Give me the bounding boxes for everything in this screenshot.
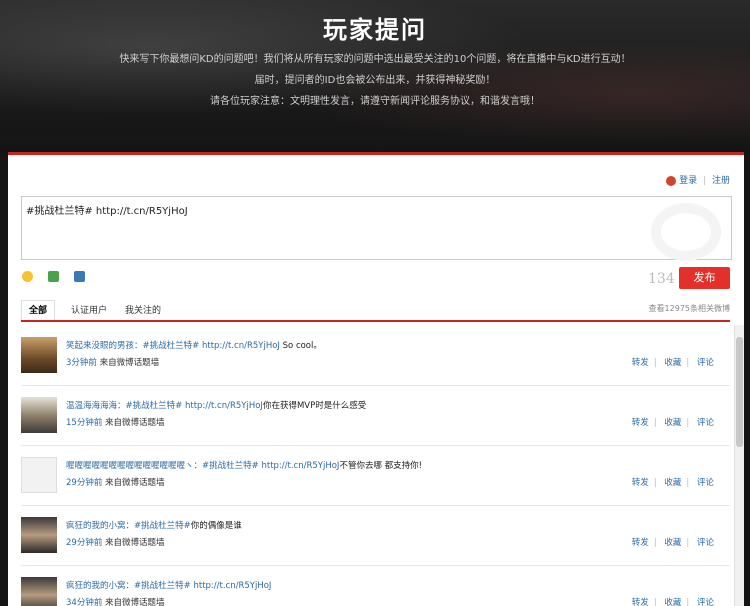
favorite-link[interactable]: 收藏 xyxy=(664,478,681,488)
post-text: 疯狂的我的小窝：#挑战杜兰特#你的偶像是谁 xyxy=(66,519,242,531)
hero-rules-line: 请各位玩家注意：文明理性发言，请遵守新闻评论服务协议，和谐发言哦！ xyxy=(210,96,540,107)
repost-link[interactable]: 转发 xyxy=(632,478,649,488)
related-count-link[interactable]: 查看12975条相关微博 xyxy=(649,303,730,314)
comment-link[interactable]: 评论 xyxy=(697,598,714,606)
hero-intro-line: 快来写下你最想问KD的问题吧！我们将从所有玩家的问题中选出最受关注的10个问题，… xyxy=(119,54,631,65)
post-content: 不管你去哪 都支持你! xyxy=(339,461,423,471)
post-source[interactable]: 来自微博话题墙 xyxy=(105,598,165,606)
tab-verified[interactable]: 认证用户 xyxy=(71,303,107,316)
weibo-icon xyxy=(666,175,677,186)
post-username[interactable]: 温温海海海海： xyxy=(66,401,126,411)
avatar[interactable] xyxy=(21,457,57,493)
feed-scrollbar[interactable] xyxy=(734,325,744,606)
post-topic-tag[interactable]: #挑战杜兰特# xyxy=(202,461,259,471)
comment-link[interactable]: 评论 xyxy=(697,538,714,548)
compose-text[interactable]: #挑战杜兰特# http://t.cn/R5YjHoJ xyxy=(26,202,188,217)
comment-link[interactable]: 评论 xyxy=(697,478,714,488)
compose-toolbar xyxy=(22,267,95,286)
post-text: 喔喔喔喔喔喔喔喔喔喔喔喔喔喔ヽ：#挑战杜兰特# http://t.cn/R5Yj… xyxy=(66,459,422,471)
post-content: 你的偶像是谁 xyxy=(190,521,242,531)
repost-link[interactable]: 转发 xyxy=(632,538,649,548)
post-text: 温温海海海海：#挑战杜兰特# http://t.cn/R5YjHoJ你在获得MV… xyxy=(66,399,366,411)
post-meta: 15分钟前 来自微博话题墙 xyxy=(66,416,165,428)
publish-button[interactable]: 发布 xyxy=(679,267,730,289)
tab-all[interactable]: 全部 xyxy=(29,303,47,316)
list-item: 温温海海海海：#挑战杜兰特# http://t.cn/R5YjHoJ你在获得MV… xyxy=(21,385,730,446)
post-time[interactable]: 29分钟前 xyxy=(66,478,102,488)
post-link[interactable]: http://t.cn/R5YjHoJ xyxy=(193,581,271,591)
post-source[interactable]: 来自微博话题墙 xyxy=(105,418,165,428)
post-actions: 转发 | 收藏 | 评论 xyxy=(631,538,714,548)
avatar[interactable] xyxy=(21,337,57,373)
hero-banner: 玩家提问 快来写下你最想问KD的问题吧！我们将从所有玩家的问题中选出最受关注的1… xyxy=(0,0,750,155)
question-panel: 登录 | 注册 #挑战杜兰特# http://t.cn/R5YjHoJ 134 … xyxy=(8,152,744,606)
topic-icon[interactable] xyxy=(74,271,86,282)
post-source[interactable]: 来自微博话题墙 xyxy=(105,538,165,548)
post-actions: 转发 | 收藏 | 评论 xyxy=(631,418,714,428)
post-username[interactable]: 疯狂的我的小窝： xyxy=(66,521,134,531)
list-item: 笑起来没眼的男孩：#挑战杜兰特# http://t.cn/R5YjHoJ So … xyxy=(21,325,730,386)
favorite-link[interactable]: 收藏 xyxy=(664,358,681,368)
scrollbar-thumb[interactable] xyxy=(736,337,743,447)
post-username[interactable]: 喔喔喔喔喔喔喔喔喔喔喔喔喔喔ヽ： xyxy=(66,461,202,471)
post-topic-tag[interactable]: #挑战杜兰特# xyxy=(134,581,191,591)
post-link[interactable]: http://t.cn/R5YjHoJ xyxy=(185,401,263,411)
post-time[interactable]: 34分钟前 xyxy=(66,598,102,606)
feed-list: 笑起来没眼的男孩：#挑战杜兰特# http://t.cn/R5YjHoJ So … xyxy=(21,325,730,606)
post-actions: 转发 | 收藏 | 评论 xyxy=(631,478,714,488)
comment-link[interactable]: 评论 xyxy=(697,418,714,428)
post-text: 疯狂的我的小窝：#挑战杜兰特# http://t.cn/R5YjHoJ xyxy=(66,579,271,591)
post-time[interactable]: 3分钟前 xyxy=(66,358,97,368)
post-meta: 29分钟前 来自微博话题墙 xyxy=(66,476,165,488)
post-source[interactable]: 来自微博话题墙 xyxy=(105,478,165,488)
post-time[interactable]: 29分钟前 xyxy=(66,538,102,548)
post-meta: 3分钟前 来自微博话题墙 xyxy=(66,356,159,368)
post-username[interactable]: 笑起来没眼的男孩： xyxy=(66,341,143,351)
favorite-link[interactable]: 收藏 xyxy=(664,418,681,428)
post-time[interactable]: 15分钟前 xyxy=(66,418,102,428)
favorite-link[interactable]: 收藏 xyxy=(664,538,681,548)
feed-tabs: 全部 认证用户 我关注的 查看12975条相关微博 xyxy=(21,300,730,322)
post-link[interactable]: http://t.cn/R5YjHoJ xyxy=(261,461,339,471)
avatar[interactable] xyxy=(21,577,57,606)
comment-link[interactable]: 评论 xyxy=(697,358,714,368)
post-topic-tag[interactable]: #挑战杜兰特# xyxy=(134,521,191,531)
post-meta: 29分钟前 来自微博话题墙 xyxy=(66,536,165,548)
register-link[interactable]: 注册 xyxy=(712,176,730,186)
favorite-link[interactable]: 收藏 xyxy=(664,598,681,606)
login-link[interactable]: 登录 xyxy=(679,176,697,186)
post-meta: 34分钟前 来自微博话题墙 xyxy=(66,596,165,606)
list-item: 疯狂的我的小窝：#挑战杜兰特#你的偶像是谁 29分钟前 来自微博话题墙 转发 | … xyxy=(21,505,730,566)
char-counter: 134 xyxy=(648,271,675,287)
login-bar: 登录 | 注册 xyxy=(666,173,730,186)
list-item: 喔喔喔喔喔喔喔喔喔喔喔喔喔喔ヽ：#挑战杜兰特# http://t.cn/R5Yj… xyxy=(21,445,730,506)
post-topic-tag[interactable]: #挑战杜兰特# xyxy=(143,341,200,351)
repost-link[interactable]: 转发 xyxy=(632,358,649,368)
post-text: 笑起来没眼的男孩：#挑战杜兰特# http://t.cn/R5YjHoJ So … xyxy=(66,339,322,351)
repost-link[interactable]: 转发 xyxy=(632,598,649,606)
post-source[interactable]: 来自微博话题墙 xyxy=(100,358,160,368)
post-actions: 转发 | 收藏 | 评论 xyxy=(631,598,714,606)
emoji-icon[interactable] xyxy=(22,271,33,282)
weibo-watermark-icon xyxy=(651,203,721,261)
post-content: 你在获得MVP时是什么感受 xyxy=(262,401,367,411)
repost-link[interactable]: 转发 xyxy=(632,418,649,428)
hero-reward-line: 届时，提问者的ID也会被公布出来，并获得神秘奖励！ xyxy=(254,75,496,86)
post-topic-tag[interactable]: #挑战杜兰特# xyxy=(126,401,183,411)
compose-box[interactable]: #挑战杜兰特# http://t.cn/R5YjHoJ xyxy=(21,196,732,261)
avatar[interactable] xyxy=(21,517,57,553)
image-icon[interactable] xyxy=(48,271,60,282)
post-username[interactable]: 疯狂的我的小窝： xyxy=(66,581,134,591)
list-item: 疯狂的我的小窝：#挑战杜兰特# http://t.cn/R5YjHoJ 34分钟… xyxy=(21,565,730,606)
post-content: So cool。 xyxy=(282,341,322,351)
post-link[interactable]: http://t.cn/R5YjHoJ xyxy=(202,341,280,351)
login-separator: | xyxy=(703,176,707,186)
tab-following[interactable]: 我关注的 xyxy=(125,303,161,316)
post-actions: 转发 | 收藏 | 评论 xyxy=(631,358,714,368)
avatar[interactable] xyxy=(21,397,57,433)
page-title: 玩家提问 xyxy=(323,16,427,44)
